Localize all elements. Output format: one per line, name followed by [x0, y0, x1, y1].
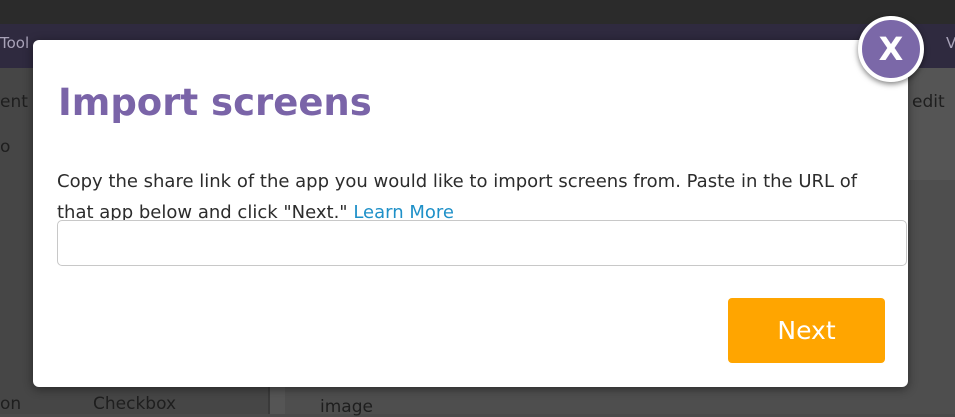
- app-url-input[interactable]: [57, 220, 907, 266]
- background-right-label: edit: [912, 92, 945, 112]
- background-toolbar-label: Tool: [0, 34, 30, 52]
- close-icon[interactable]: X: [858, 16, 924, 82]
- background-list-item-checkbox: Checkbox: [93, 394, 177, 414]
- import-screens-dialog: Import screens Copy the share link of th…: [33, 40, 908, 387]
- dialog-description-text: Copy the share link of the app you would…: [57, 171, 858, 223]
- background-main-item: image: [320, 397, 373, 417]
- background-toolbar-right-label: V: [946, 34, 955, 52]
- next-button[interactable]: Next: [728, 298, 885, 363]
- background-left-label: ent: [0, 92, 28, 112]
- dialog-description: Copy the share link of the app you would…: [57, 166, 887, 228]
- dialog-title: Import screens: [58, 81, 372, 124]
- background-list-item: on: [0, 394, 22, 414]
- background-top-strip: [0, 0, 955, 24]
- background-left-label-2: o: [0, 137, 11, 157]
